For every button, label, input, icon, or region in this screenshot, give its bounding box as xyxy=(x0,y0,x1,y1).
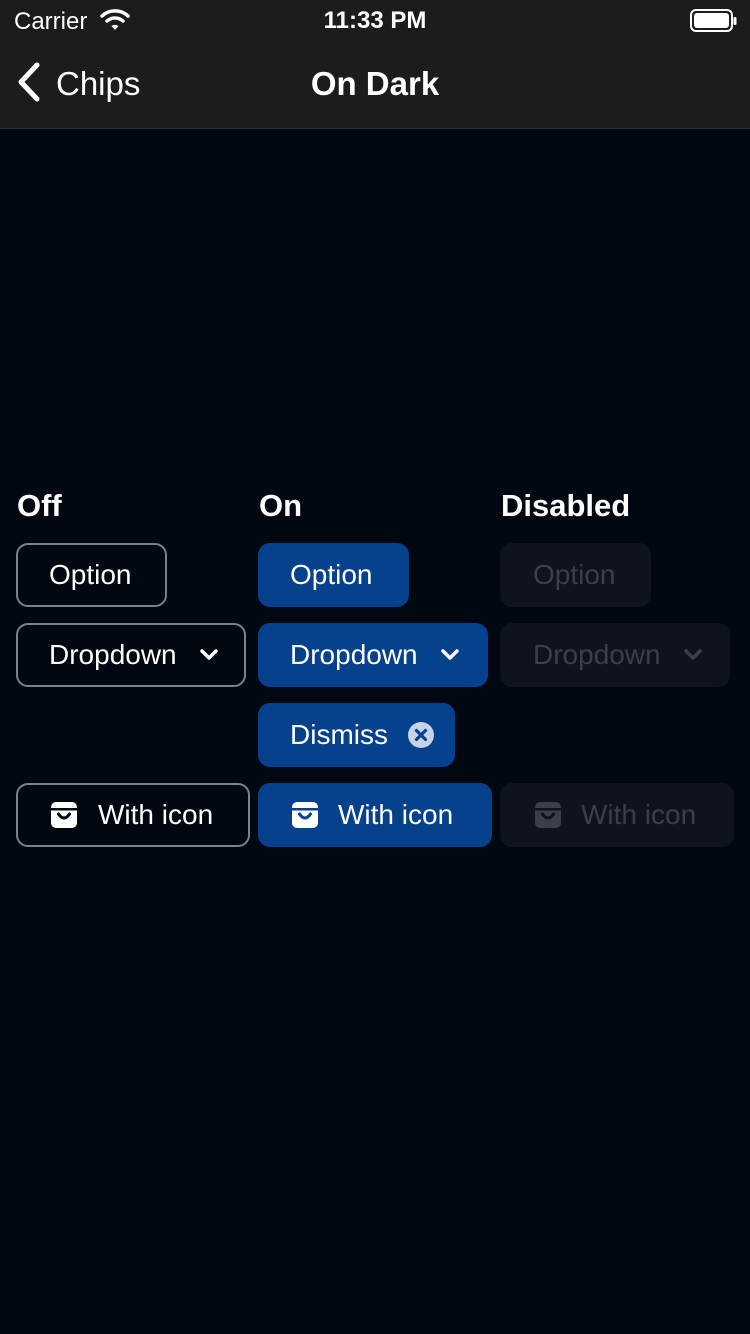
battery-icon xyxy=(690,9,738,38)
status-time: 11:33 PM xyxy=(323,7,427,34)
column-header-disabled: Disabled xyxy=(501,488,631,523)
column-header-off: Off xyxy=(17,488,62,523)
chip-label: Option xyxy=(533,559,616,590)
archive-icon xyxy=(534,801,562,829)
chip-on-option[interactable]: Option xyxy=(258,543,409,607)
chip-label: Dismiss xyxy=(290,719,388,750)
chip-disabled-dropdown: Dropdown xyxy=(500,623,730,687)
chip-disabled-with-icon: With icon xyxy=(500,783,734,847)
chip-label: With icon xyxy=(581,799,697,830)
chevron-down-icon xyxy=(683,648,703,662)
chip-label: Option xyxy=(49,559,132,590)
page-title: On Dark xyxy=(310,65,440,102)
chip-disabled-option: Option xyxy=(500,543,651,607)
chevron-down-icon xyxy=(440,648,460,662)
navigation-bar: Chips On Dark xyxy=(0,40,750,129)
chip-label: With icon xyxy=(98,799,214,830)
chip-label: Dropdown xyxy=(290,639,418,670)
chip-on-with-icon[interactable]: With icon xyxy=(258,783,492,847)
chip-label: With icon xyxy=(338,799,454,830)
chip-label: Option xyxy=(290,559,373,590)
column-header-on: On xyxy=(259,488,303,523)
chip-label: Dropdown xyxy=(533,639,661,670)
chip-off-with-icon[interactable]: With icon xyxy=(16,783,250,847)
chip-on-dismiss[interactable]: Dismiss xyxy=(258,703,455,767)
chevron-down-icon xyxy=(199,648,219,662)
chip-on-dropdown[interactable]: Dropdown xyxy=(258,623,488,687)
chip-label: Dropdown xyxy=(49,639,177,670)
chip-off-option[interactable]: Option xyxy=(16,543,167,607)
archive-icon xyxy=(50,801,78,829)
chip-off-dropdown[interactable]: Dropdown xyxy=(16,623,246,687)
status-bar: Carrier 11:33 PM xyxy=(0,0,750,40)
close-circle-icon[interactable] xyxy=(407,721,435,749)
archive-icon xyxy=(291,801,319,829)
